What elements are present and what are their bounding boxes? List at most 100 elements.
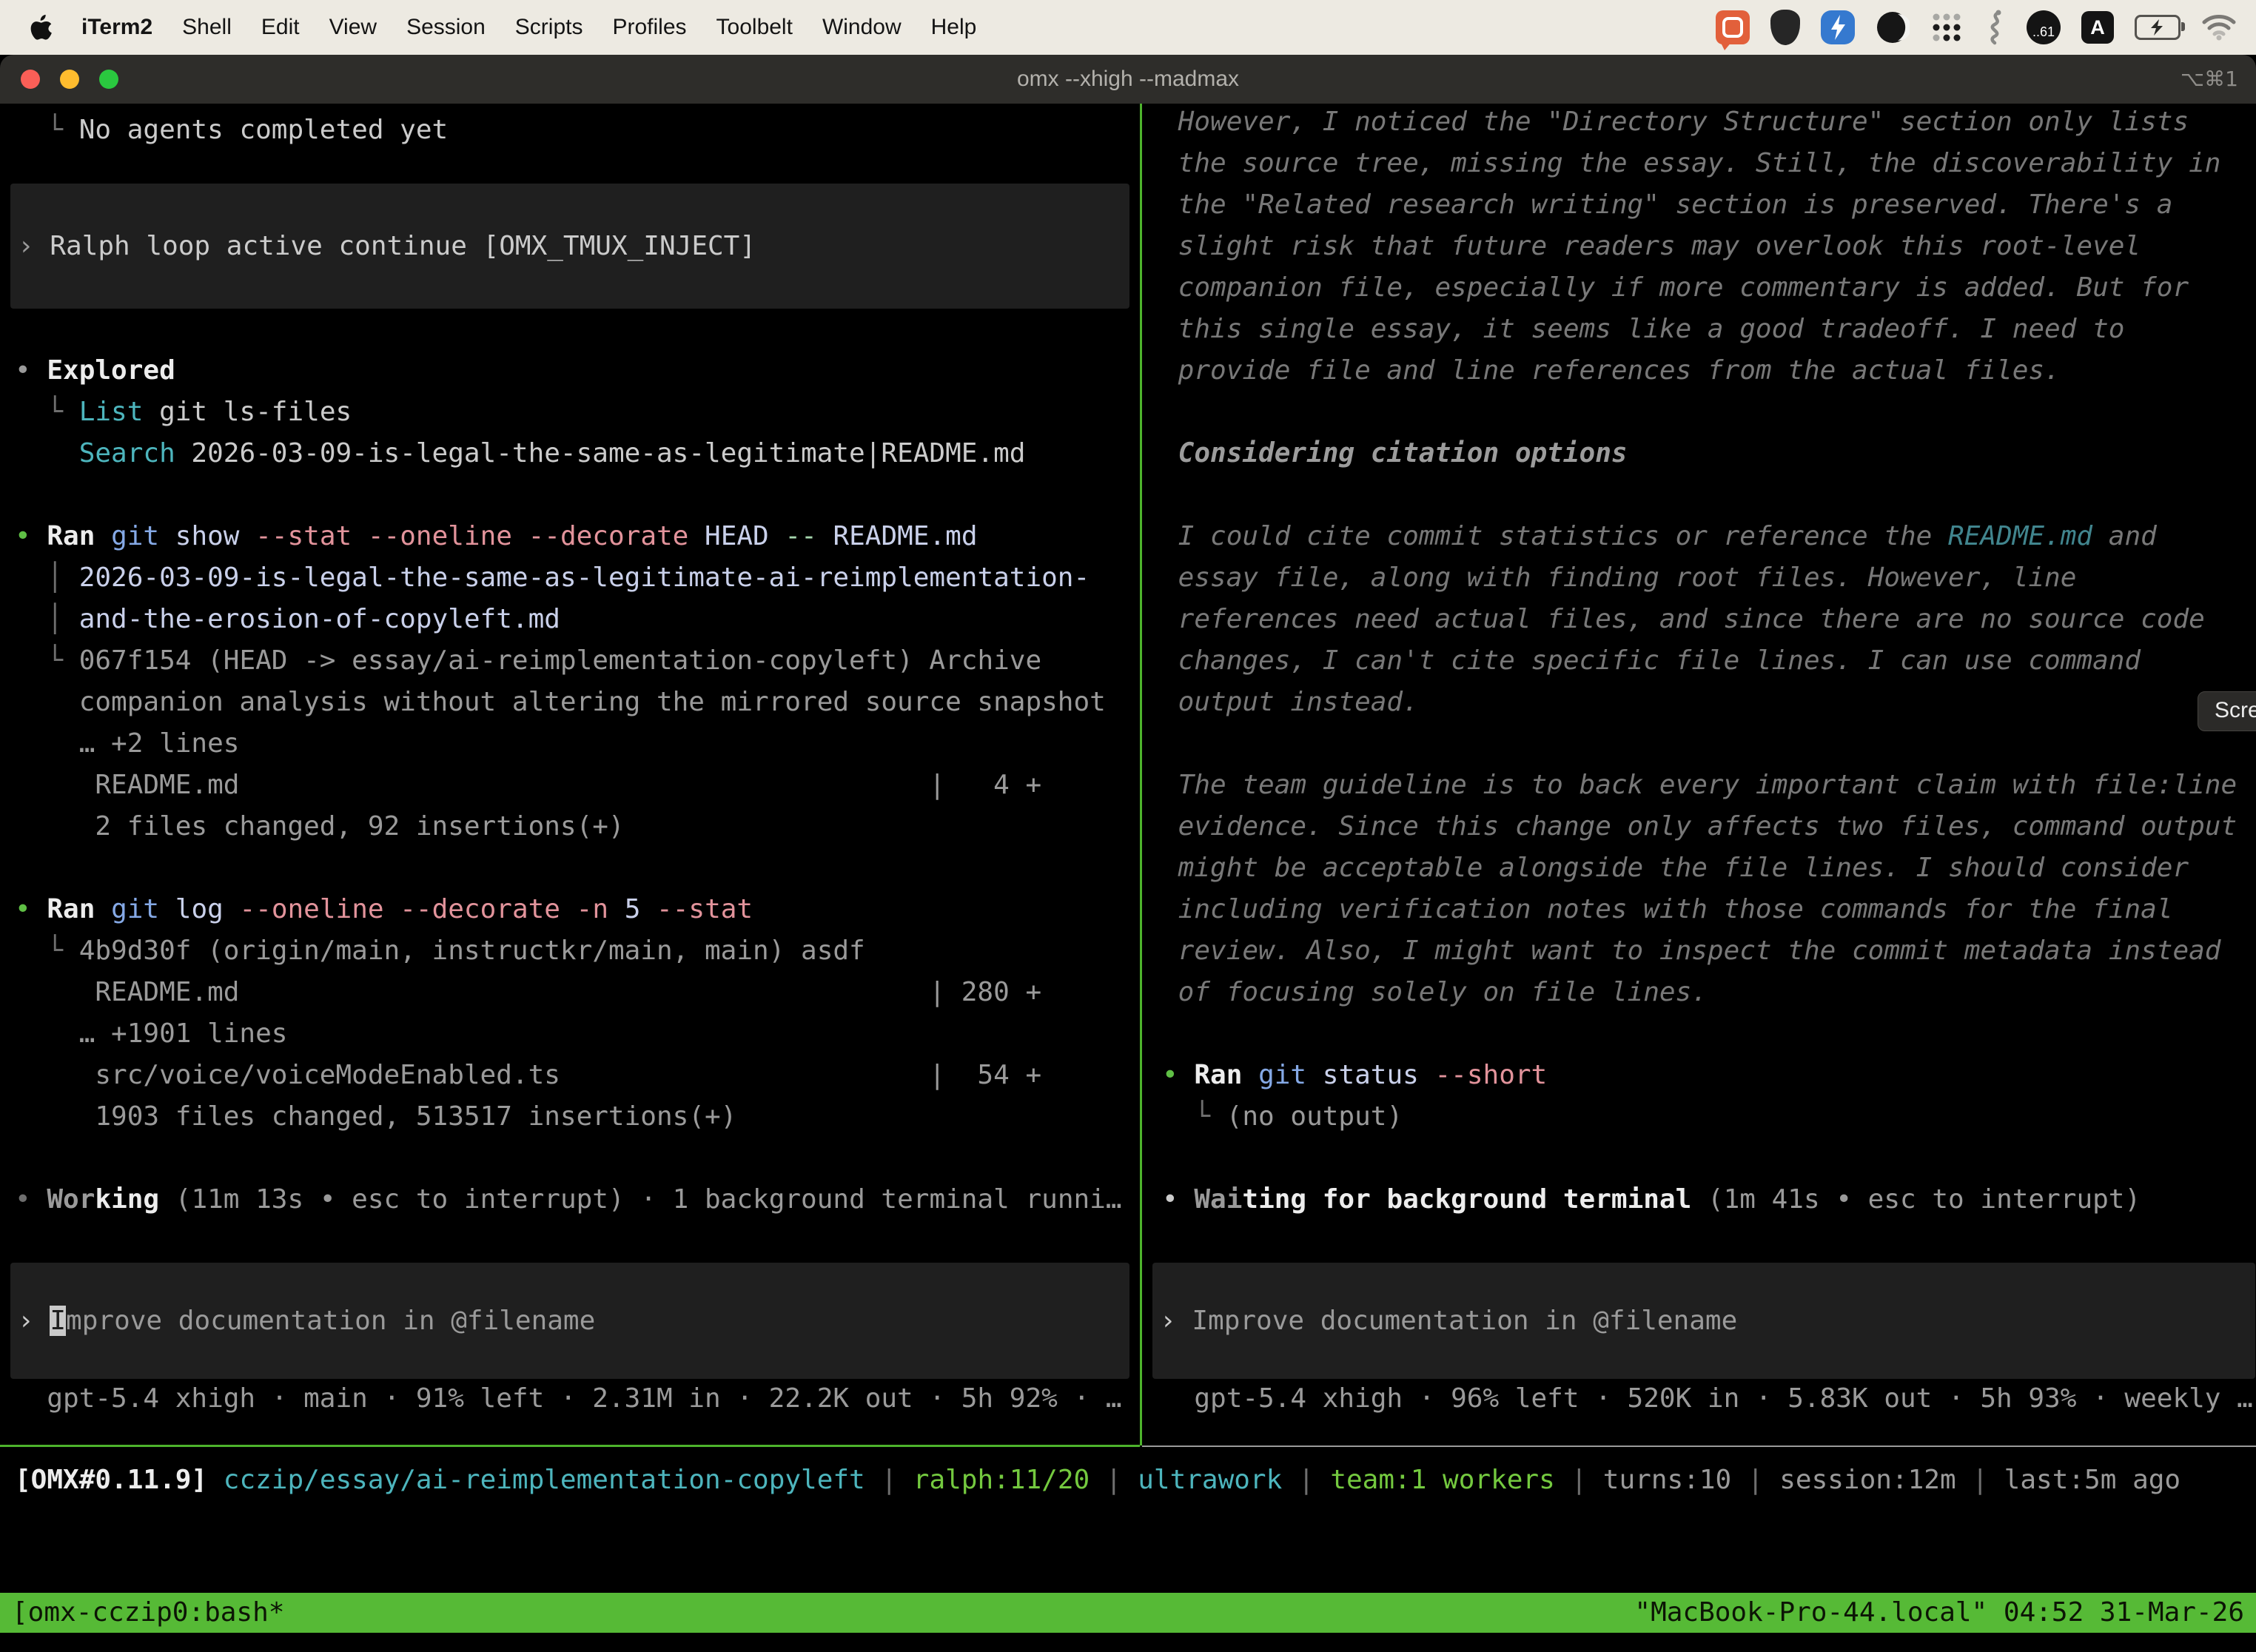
terminal-line: [OMX#0.11.9] cczip/essay/ai-reimplementa… (15, 1460, 2181, 1501)
terminal-line: review. Also, I might want to inspect th… (1162, 930, 2237, 972)
terminal-line: • Ran git log --oneline --decorate -n 5 … (15, 889, 1122, 930)
terminal-line: src/voice/voiceModeEnabled.ts | 54 + (15, 1055, 1122, 1096)
battery-charging-icon[interactable] (2135, 15, 2181, 40)
terminal-line (1162, 723, 2237, 765)
terminal-line: companion analysis without altering the … (15, 682, 1122, 723)
menu-items: iTerm2 Shell Edit View Session Scripts Profile… (81, 15, 976, 40)
agents-status-lines: └ No agents completed yet (15, 110, 448, 151)
terminal-line: evidence. Since this change only affects… (1162, 806, 2237, 847)
terminal-line: changes, I can't cite specific file line… (1162, 640, 2237, 682)
terminal-line: output instead. (1162, 682, 2237, 723)
agent-transcript-left: • Explored └ List git ls-files Search 20… (15, 350, 1122, 1220)
terminal-line: companion file, especially if more comme… (1162, 267, 2237, 309)
screen-tooltip: Scre (2198, 691, 2256, 731)
terminal-line: The team guideline is to back every impo… (1162, 765, 2237, 806)
terminal-line (15, 1138, 1122, 1179)
terminal-line: this single essay, it seems like a good … (1162, 309, 2237, 350)
terminal-line: the "Related research writing" section i… (1162, 184, 2237, 226)
terminal-line: └ 4b9d30f (origin/main, instructkr/main,… (15, 930, 1122, 972)
menu-item-iterm2[interactable]: iTerm2 (81, 15, 152, 40)
terminal-line: might be acceptable alongside the file l… (1162, 847, 2237, 889)
terminal-line (15, 847, 1122, 889)
terminal-line: provide file and line references from th… (1162, 350, 2237, 392)
terminal-line: • Working (11m 13s • esc to interrupt) ·… (15, 1179, 1122, 1220)
menu-item-toolbelt[interactable]: Toolbelt (716, 15, 793, 40)
terminal-line: │ 2026-03-09-is-legal-the-same-as-legiti… (15, 557, 1122, 599)
menu-status-icons: ..61 A (1716, 10, 2256, 45)
terminal-line: including verification notes with those … (1162, 889, 2237, 930)
terminal-line: gpt-5.4 xhigh · main · 91% left · 2.31M … (15, 1378, 1122, 1420)
menu-item-window[interactable]: Window (822, 15, 902, 40)
wifi-icon[interactable] (2201, 13, 2237, 41)
composer-input-right[interactable]: › Improve documentation in @filename (1152, 1263, 2255, 1379)
terminal-line (1162, 1013, 2237, 1055)
shield-grid-icon[interactable] (1770, 10, 1800, 45)
input-source-a-icon[interactable]: A (2081, 11, 2114, 44)
terminal-line: › Ralph loop active continue [OMX_TMUX_I… (18, 226, 756, 267)
lightning-hex-icon[interactable] (1821, 10, 1855, 44)
menu-item-session[interactable]: Session (406, 15, 486, 40)
terminal-line: README.md | 4 + (15, 765, 1122, 806)
composer-input-left[interactable]: › Improve documentation in @filename (10, 1263, 1129, 1379)
apple-menu-icon[interactable] (28, 12, 55, 43)
dots-grid-icon[interactable] (1930, 11, 1963, 44)
arc-browser-icon[interactable] (1876, 10, 1910, 44)
terminal-line: │ and-the-erosion-of-copyleft.md (15, 599, 1122, 640)
tmux-pane-left[interactable]: └ No agents completed yet › Ralph loop a… (0, 104, 1140, 1445)
terminal-line: essay file, along with finding root file… (1162, 557, 2237, 599)
terminal-line: • Ran git status --short (1162, 1055, 2237, 1096)
terminal-line: gpt-5.4 xhigh · 96% left · 520K in · 5.8… (1162, 1378, 2253, 1420)
pane-border-bottom-right (1142, 1446, 2256, 1447)
terminal-line: └ No agents completed yet (15, 110, 448, 151)
terminal-line: • Explored (15, 350, 1122, 392)
tmux-pane-right[interactable]: However, I noticed the "Directory Struct… (1142, 104, 2256, 1445)
cable-squiggle-icon[interactable] (1984, 10, 2006, 45)
title-bar[interactable]: omx --xhigh --madmax ⌥⌘1 (0, 55, 2256, 104)
terminal-content: └ No agents completed yet › Ralph loop a… (0, 104, 2256, 1652)
terminal-line: Considering citation options (1162, 433, 2237, 474)
terminal-line: └ List git ls-files (15, 392, 1122, 433)
tmux-status-bar: [omx-cczip0:bash* "MacBook-Pro-44.local"… (0, 1593, 2256, 1633)
model-status-line-right: gpt-5.4 xhigh · 96% left · 520K in · 5.8… (1162, 1378, 2253, 1420)
terminal-line: • Ran git show --stat --oneline --decora… (15, 516, 1122, 557)
terminal-line (1162, 1138, 2237, 1179)
terminal-line: › Improve documentation in @filename (18, 1300, 595, 1342)
terminal-window: omx --xhigh --madmax ⌥⌘1 └ No agents com… (0, 55, 2256, 1652)
terminal-line: └ 067f154 (HEAD -> essay/ai-reimplementa… (15, 640, 1122, 682)
terminal-line: slight risk that future readers may over… (1162, 226, 2237, 267)
agent-transcript-right: However, I noticed the "Directory Struct… (1162, 104, 2237, 1220)
screenshot-app-icon[interactable] (1716, 10, 1750, 44)
menu-item-help[interactable]: Help (931, 15, 977, 40)
menu-item-shell[interactable]: Shell (182, 15, 232, 40)
terminal-line (1162, 392, 2237, 433)
terminal-line: └ (no output) (1162, 1096, 2237, 1138)
menu-item-profiles[interactable]: Profiles (612, 15, 686, 40)
terminal-line: references need actual files, and since … (1162, 599, 2237, 640)
terminal-line: › Improve documentation in @filename (1160, 1300, 1737, 1342)
omx-status-bar: [OMX#0.11.9] cczip/essay/ai-reimplementa… (15, 1460, 2181, 1501)
terminal-line: … +1901 lines (15, 1013, 1122, 1055)
network-61-badge-icon[interactable]: ..61 (2027, 10, 2061, 44)
menu-bar: iTerm2 Shell Edit View Session Scripts Profile… (0, 0, 2256, 55)
terminal-line (1162, 474, 2237, 516)
terminal-line: I could cite commit statistics or refere… (1162, 516, 2237, 557)
window-title: omx --xhigh --madmax (0, 55, 2256, 104)
injected-prompt-box[interactable]: › Ralph loop active continue [OMX_TMUX_I… (10, 184, 1129, 309)
tmux-host-clock: "MacBook-Pro-44.local" 04:52 31-Mar-26 (1634, 1593, 2244, 1633)
terminal-line: • Waiting for background terminal (1m 41… (1162, 1179, 2237, 1220)
menu-item-view[interactable]: View (329, 15, 377, 40)
terminal-line: 1903 files changed, 513517 insertions(+) (15, 1096, 1122, 1138)
terminal-line: Search 2026-03-09-is-legal-the-same-as-l… (15, 433, 1122, 474)
tmux-session-label: [omx-cczip0:bash* (12, 1593, 284, 1633)
terminal-line: 2 files changed, 92 insertions(+) (15, 806, 1122, 847)
terminal-line: However, I noticed the "Directory Struct… (1162, 104, 2237, 143)
model-status-line-left: gpt-5.4 xhigh · main · 91% left · 2.31M … (15, 1378, 1122, 1420)
window-shortcut-badge: ⌥⌘1 (2181, 55, 2238, 104)
terminal-line: … +2 lines (15, 723, 1122, 765)
menu-item-edit[interactable]: Edit (261, 15, 300, 40)
terminal-line: README.md | 280 + (15, 972, 1122, 1013)
pane-divider-vertical[interactable] (1140, 104, 1142, 1446)
menu-item-scripts[interactable]: Scripts (515, 15, 583, 40)
pane-border-bottom-left (0, 1445, 1140, 1447)
terminal-line: the source tree, missing the essay. Stil… (1162, 143, 2237, 184)
